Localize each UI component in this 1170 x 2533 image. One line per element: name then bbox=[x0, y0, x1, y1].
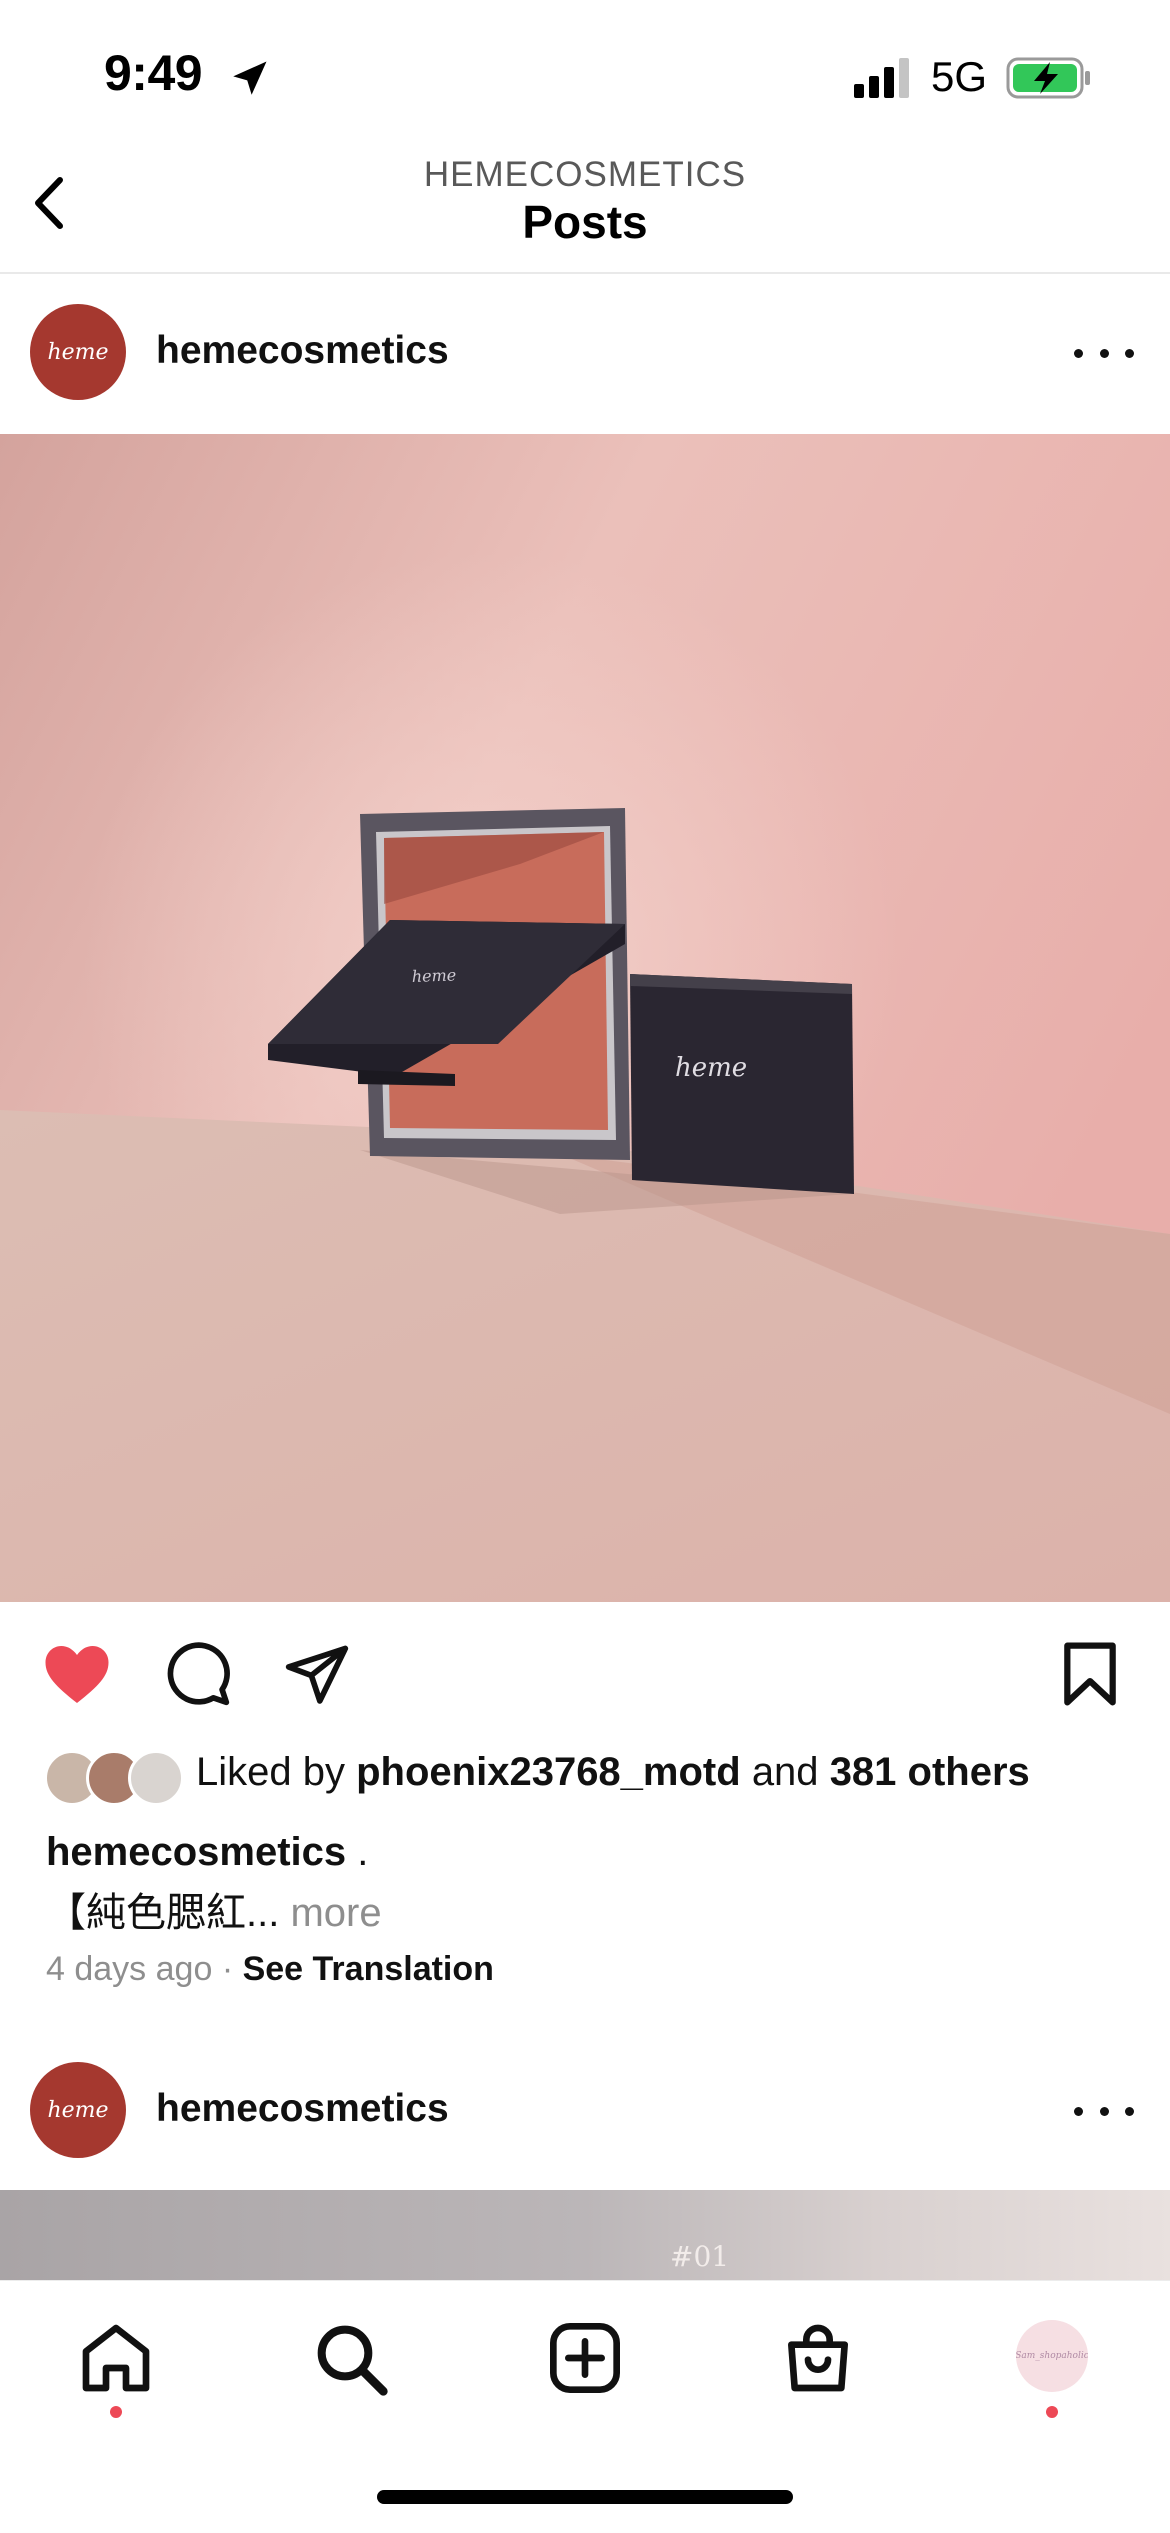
caption-username[interactable]: hemecosmetics bbox=[46, 1830, 346, 1874]
post-time: 4 days ago bbox=[46, 1950, 213, 1988]
liked-by-user[interactable]: phoenix23768_motd bbox=[356, 1750, 741, 1794]
caption-text-line: 【純色腮紅... more bbox=[46, 1880, 382, 1938]
battery-charging-icon bbox=[1006, 57, 1090, 99]
share-send-icon[interactable] bbox=[282, 1640, 352, 1708]
bookmark-icon[interactable] bbox=[1060, 1640, 1120, 1708]
post-options-icon[interactable] bbox=[1074, 2096, 1134, 2126]
cellular-signal-icon bbox=[854, 58, 909, 98]
profile-tab-avatar[interactable]: Sam_shopaholic bbox=[1016, 2320, 1088, 2392]
home-indicator[interactable] bbox=[377, 2490, 793, 2504]
liked-by-prefix: Liked by bbox=[196, 1750, 345, 1794]
caption-text: 【純色腮紅... bbox=[46, 1891, 280, 1935]
shop-bag-icon[interactable] bbox=[778, 2318, 858, 2398]
location-arrow-icon bbox=[233, 61, 267, 95]
post-photo[interactable]: #01 bbox=[0, 2190, 1170, 2280]
heart-filled-icon[interactable] bbox=[40, 1640, 114, 1706]
liked-by-others[interactable]: 381 others bbox=[830, 1750, 1030, 1794]
account-name: HEMECOSMETICS bbox=[423, 155, 747, 194]
search-icon[interactable] bbox=[310, 2318, 390, 2398]
post-author-avatar[interactable]: heme bbox=[30, 2062, 126, 2158]
create-post-icon[interactable] bbox=[545, 2318, 625, 2398]
photo-tag-text: #01 bbox=[670, 2240, 730, 2273]
network-type: 5G bbox=[931, 53, 988, 100]
profile-activity-dot bbox=[1046, 2406, 1058, 2418]
caption-suffix: . bbox=[346, 1830, 369, 1874]
see-translation-link[interactable]: See Translation bbox=[243, 1950, 494, 1988]
header-divider bbox=[0, 272, 1170, 274]
home-icon[interactable] bbox=[76, 2318, 156, 2398]
post-author-avatar[interactable]: heme bbox=[30, 304, 126, 400]
profile-avatar-text: Sam_shopaholic bbox=[1016, 2351, 1088, 2361]
avatar-logo-text: heme bbox=[47, 2097, 109, 2123]
avatar-logo-text: heme bbox=[47, 339, 109, 365]
liker-avatar[interactable] bbox=[128, 1750, 184, 1806]
caption-more-link[interactable]: more bbox=[290, 1891, 381, 1935]
home-activity-dot bbox=[110, 2406, 122, 2418]
meta-separator: · bbox=[221, 1950, 234, 1988]
post-options-icon[interactable] bbox=[1074, 338, 1134, 368]
liked-by-join: and bbox=[751, 1750, 819, 1794]
post-photo[interactable]: heme heme bbox=[0, 434, 1170, 1602]
comment-icon[interactable] bbox=[164, 1640, 232, 1708]
page-title: Posts bbox=[522, 196, 648, 248]
post-author-username[interactable]: hemecosmetics bbox=[156, 2087, 449, 2131]
blush-compact-image: heme heme bbox=[0, 434, 1170, 1602]
compact-brand-text: heme bbox=[675, 1053, 747, 1083]
likes-summary[interactable]: Liked by phoenix23768_motd and 381 other… bbox=[196, 1750, 1030, 1795]
lid-brand-text: heme bbox=[411, 965, 456, 986]
status-time: 9:49 bbox=[104, 45, 203, 101]
post-meta: 4 days ago · See Translation bbox=[46, 1950, 494, 1989]
caption-line: hemecosmetics . bbox=[46, 1830, 368, 1875]
post-author-username[interactable]: hemecosmetics bbox=[156, 329, 449, 373]
